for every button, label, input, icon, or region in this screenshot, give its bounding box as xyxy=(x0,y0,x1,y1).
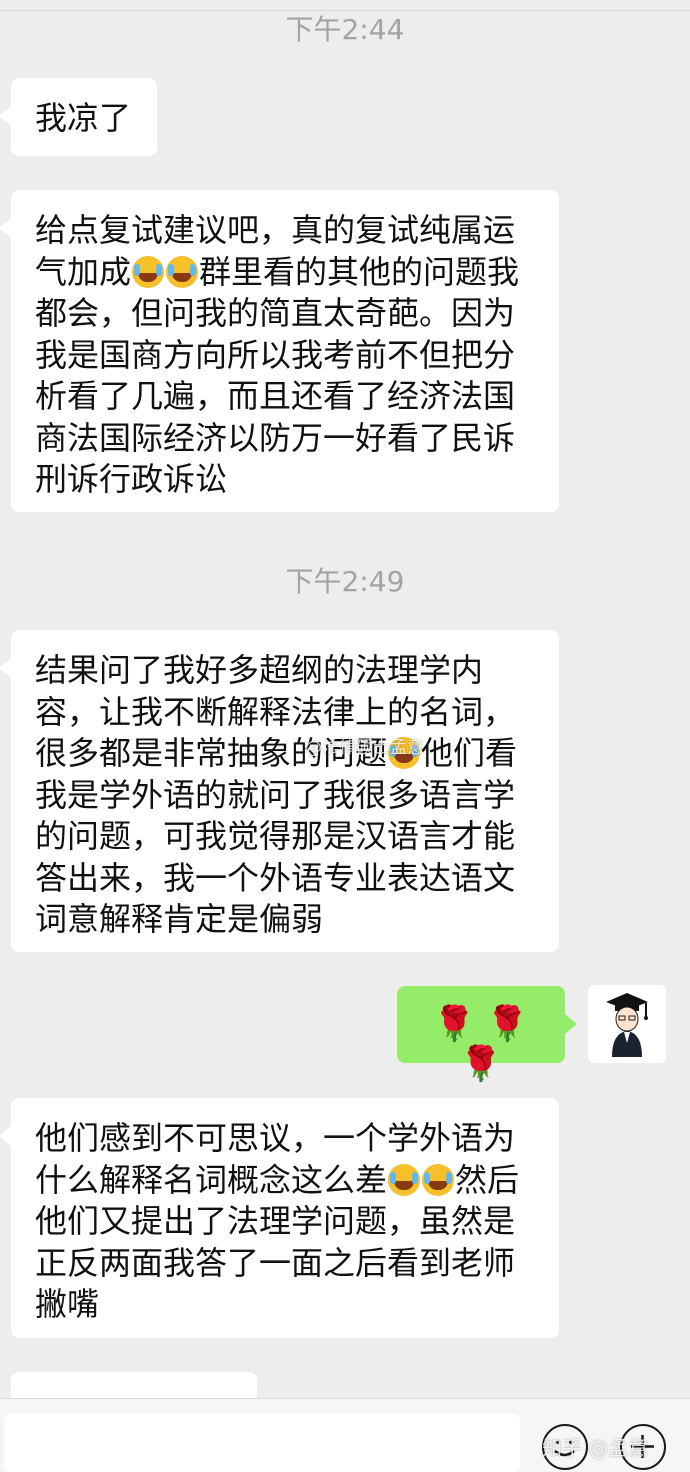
timestamp: 下午2:49 xyxy=(285,565,405,598)
timestamp: 下午2:44 xyxy=(285,13,405,46)
crying-laughing-emoji xyxy=(422,1163,455,1196)
message-input[interactable] xyxy=(4,1414,520,1472)
graduate-avatar-icon xyxy=(606,993,648,1057)
message-bubble[interactable]: 他们感到不可思议，一个学外语为什么解释名词概念这么差 然后他们又提出了法理学问题，… xyxy=(0,1098,559,1338)
message-bubble-outgoing[interactable]: 🌹 🌹 🌹 xyxy=(397,986,577,1084)
rose-emoji: 🌹 🌹 🌹 xyxy=(433,1004,529,1084)
crying-laughing-emoji xyxy=(388,1163,421,1196)
crying-laughing-emoji xyxy=(132,255,165,288)
message-bubble[interactable]: 我凉了 xyxy=(0,78,157,156)
avatar[interactable] xyxy=(588,985,666,1063)
message-text: 我凉了 xyxy=(35,99,132,137)
message-bubble[interactable]: 结果问了我好多超纲的法理学内容，让我不断解释法律上的名词，很多都是非常抽象的问题… xyxy=(0,630,559,952)
crying-laughing-emoji xyxy=(166,255,199,288)
message-bubble[interactable]: 给点复试建议吧，真的复试纯属运气加成 群里看的其他的问题我都会，但问我的简直太奇葩… xyxy=(0,190,559,512)
watermark: 知乎 @孟意 xyxy=(542,1436,649,1460)
watermark: @法律硕士孟意 xyxy=(305,738,424,758)
